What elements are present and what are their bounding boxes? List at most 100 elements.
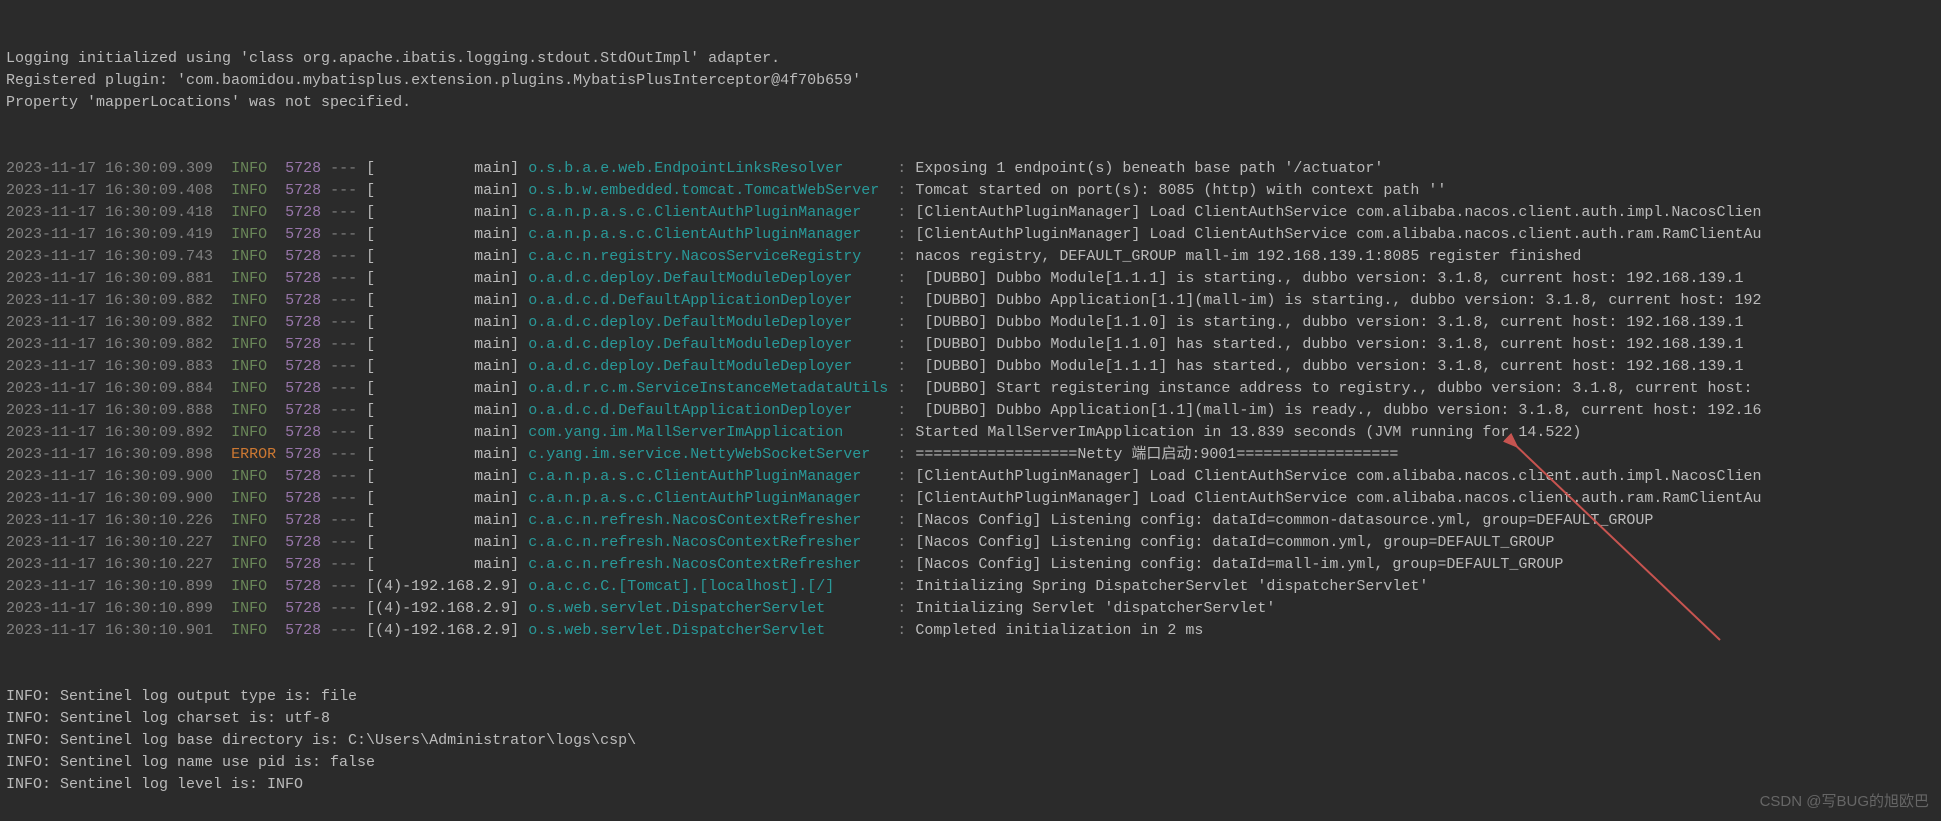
logger: c.a.n.p.a.s.c.ClientAuthPluginManager — [528, 490, 888, 507]
log-level: INFO — [231, 160, 276, 177]
separator: --- — [330, 468, 357, 485]
separator: --- — [330, 336, 357, 353]
log-level: INFO — [231, 226, 276, 243]
log-level: INFO — [231, 600, 276, 617]
thread: [ main] — [366, 292, 519, 309]
log-line: 2023-11-17 16:30:10.227 INFO 5728 --- [ … — [6, 554, 1935, 576]
log-level: INFO — [231, 182, 276, 199]
log-message: Completed initialization in 2 ms — [915, 622, 1203, 639]
colon: : — [897, 402, 906, 419]
log-message: [ClientAuthPluginManager] Load ClientAut… — [915, 204, 1761, 221]
log-line: 2023-11-17 16:30:09.898 ERROR 5728 --- [… — [6, 444, 1935, 466]
log-message: [DUBBO] Dubbo Application[1.1](mall-im) … — [915, 292, 1761, 309]
timestamp: 2023-11-17 16:30:09.883 — [6, 358, 213, 375]
thread: [ main] — [366, 556, 519, 573]
timestamp: 2023-11-17 16:30:09.882 — [6, 314, 213, 331]
log-message: [DUBBO] Dubbo Module[1.1.0] is starting.… — [915, 314, 1743, 331]
console-output[interactable]: Logging initialized using 'class org.apa… — [0, 0, 1941, 821]
separator: --- — [330, 512, 357, 529]
timestamp: 2023-11-17 16:30:09.884 — [6, 380, 213, 397]
logger: o.a.d.c.d.DefaultApplicationDeployer — [528, 402, 888, 419]
colon: : — [897, 160, 906, 177]
colon: : — [897, 468, 906, 485]
log-message: [DUBBO] Dubbo Application[1.1](mall-im) … — [915, 402, 1761, 419]
separator: --- — [330, 292, 357, 309]
pid: 5728 — [285, 490, 321, 507]
separator: --- — [330, 534, 357, 551]
colon: : — [897, 556, 906, 573]
log-line: 2023-11-17 16:30:09.882 INFO 5728 --- [ … — [6, 334, 1935, 356]
timestamp: 2023-11-17 16:30:10.899 — [6, 600, 213, 617]
separator: --- — [330, 358, 357, 375]
pid: 5728 — [285, 314, 321, 331]
log-level: INFO — [231, 512, 276, 529]
log-message: [DUBBO] Start registering instance addre… — [915, 380, 1752, 397]
log-message: Started MallServerImApplication in 13.83… — [915, 424, 1581, 441]
thread: [ main] — [366, 446, 519, 463]
colon: : — [897, 380, 906, 397]
logger: o.a.d.r.c.m.ServiceInstanceMetadataUtils — [528, 380, 888, 397]
pid: 5728 — [285, 182, 321, 199]
logger: o.a.d.c.deploy.DefaultModuleDeployer — [528, 336, 888, 353]
log-message: [ClientAuthPluginManager] Load ClientAut… — [915, 490, 1761, 507]
separator: --- — [330, 622, 357, 639]
colon: : — [897, 204, 906, 221]
logger: o.s.b.w.embedded.tomcat.TomcatWebServer — [528, 182, 888, 199]
log-line: Logging initialized using 'class org.apa… — [6, 48, 1935, 70]
log-message: [DUBBO] Dubbo Module[1.1.1] has started.… — [915, 358, 1743, 375]
pid: 5728 — [285, 600, 321, 617]
log-line: 2023-11-17 16:30:10.227 INFO 5728 --- [ … — [6, 532, 1935, 554]
log-level: INFO — [231, 424, 276, 441]
log-level: INFO — [231, 534, 276, 551]
thread: [ main] — [366, 270, 519, 287]
logger: c.a.c.n.refresh.NacosContextRefresher — [528, 556, 888, 573]
pid: 5728 — [285, 402, 321, 419]
log-message: Exposing 1 endpoint(s) beneath base path… — [915, 160, 1383, 177]
logger: o.a.d.c.deploy.DefaultModuleDeployer — [528, 314, 888, 331]
log-line: 2023-11-17 16:30:09.882 INFO 5728 --- [ … — [6, 312, 1935, 334]
log-message: Initializing Servlet 'dispatcherServlet' — [915, 600, 1275, 617]
pid: 5728 — [285, 380, 321, 397]
timestamp: 2023-11-17 16:30:10.899 — [6, 578, 213, 595]
log-level: INFO — [231, 270, 276, 287]
log-level: INFO — [231, 468, 276, 485]
thread: [ main] — [366, 490, 519, 507]
log-line: 2023-11-17 16:30:09.888 INFO 5728 --- [ … — [6, 400, 1935, 422]
log-line: Registered plugin: 'com.baomidou.mybatis… — [6, 70, 1935, 92]
logger: o.s.web.servlet.DispatcherServlet — [528, 600, 888, 617]
log-message: [ClientAuthPluginManager] Load ClientAut… — [915, 226, 1761, 243]
log-line: 2023-11-17 16:30:10.899 INFO 5728 --- [(… — [6, 598, 1935, 620]
separator: --- — [330, 600, 357, 617]
pid: 5728 — [285, 468, 321, 485]
thread: [ main] — [366, 226, 519, 243]
separator: --- — [330, 160, 357, 177]
log-level: INFO — [231, 402, 276, 419]
separator: --- — [330, 578, 357, 595]
separator: --- — [330, 446, 357, 463]
timestamp: 2023-11-17 16:30:09.898 — [6, 446, 213, 463]
log-level: INFO — [231, 248, 276, 265]
log-line: 2023-11-17 16:30:09.900 INFO 5728 --- [ … — [6, 466, 1935, 488]
log-line: 2023-11-17 16:30:09.881 INFO 5728 --- [ … — [6, 268, 1935, 290]
timestamp: 2023-11-17 16:30:09.309 — [6, 160, 213, 177]
log-line: INFO: Sentinel log base directory is: C:… — [6, 730, 1935, 752]
log-message: [DUBBO] Dubbo Module[1.1.0] has started.… — [915, 336, 1743, 353]
log-level: INFO — [231, 292, 276, 309]
separator: --- — [330, 182, 357, 199]
log-level: INFO — [231, 622, 276, 639]
pid: 5728 — [285, 226, 321, 243]
logger: c.a.n.p.a.s.c.ClientAuthPluginManager — [528, 226, 888, 243]
colon: : — [897, 314, 906, 331]
thread: [(4)-192.168.2.9] — [366, 622, 519, 639]
log-level: INFO — [231, 490, 276, 507]
watermark: CSDN @写BUG的旭欧巴 — [1760, 791, 1929, 813]
separator: --- — [330, 226, 357, 243]
logger: com.yang.im.MallServerImApplication — [528, 424, 888, 441]
colon: : — [897, 336, 906, 353]
colon: : — [897, 182, 906, 199]
log-message: [Nacos Config] Listening config: dataId=… — [915, 512, 1653, 529]
pid: 5728 — [285, 248, 321, 265]
thread: [(4)-192.168.2.9] — [366, 600, 519, 617]
timestamp: 2023-11-17 16:30:10.226 — [6, 512, 213, 529]
pid: 5728 — [285, 160, 321, 177]
